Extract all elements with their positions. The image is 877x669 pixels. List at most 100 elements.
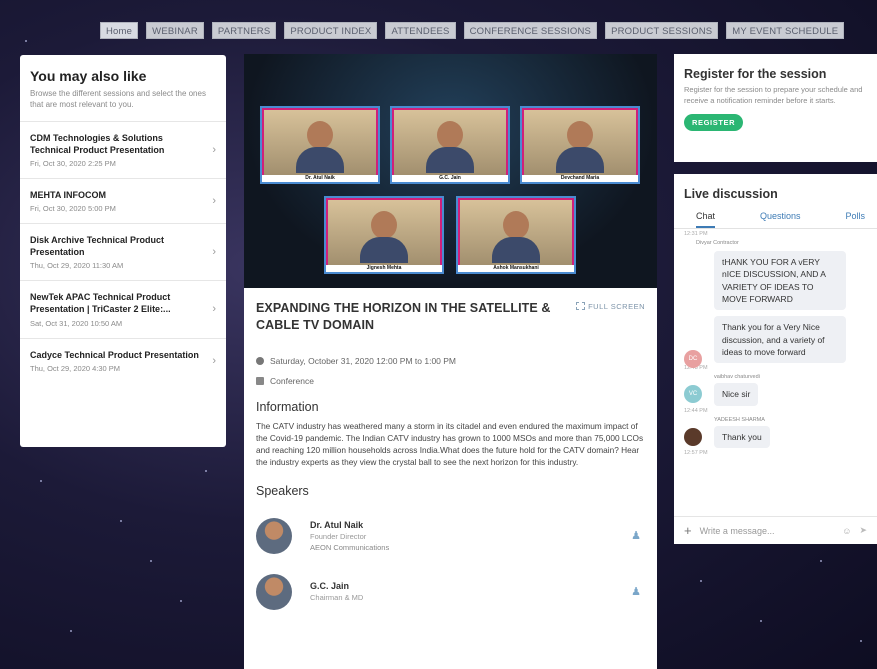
avatar xyxy=(256,573,292,610)
recommendation-title: NewTek APAC Technical Product Presentati… xyxy=(30,292,171,315)
participant-name: Jignesh Mehta xyxy=(326,265,442,272)
speaker-company: AEON Communications xyxy=(310,542,390,552)
chevron-right-icon: › xyxy=(212,194,216,207)
recommendation-title: Cadyce Technical Product Presentation xyxy=(30,349,199,360)
participant-silhouette xyxy=(296,121,344,176)
speaker-name: G.C. Jain xyxy=(310,581,350,592)
recommendations-desc: Browse the different sessions and select… xyxy=(30,89,206,109)
profile-icon[interactable]: ♟ xyxy=(631,585,641,598)
video-tile: Dr. Atul Naik xyxy=(260,106,380,184)
participant-name: Ashok Mansukhani xyxy=(458,265,574,272)
avatar: VC xyxy=(684,385,702,404)
recommendations-title: You may also like xyxy=(30,68,147,84)
session-title: EXPANDING THE HORIZON IN THE SATELLITE &… xyxy=(256,301,551,332)
live-discussion-panel: Live discussion Chat Questions Polls 12:… xyxy=(674,174,877,544)
session-type: Conference xyxy=(270,375,314,386)
speakers-heading: Speakers xyxy=(256,483,309,498)
message-bubble: tHANK YOU FOR A vERY nICE DISCUSSION, AN… xyxy=(714,251,846,311)
clock-icon xyxy=(256,356,264,365)
nav-conference-sessions[interactable]: CONFERENCE SESSIONS xyxy=(463,22,598,39)
recommendation-item[interactable]: Cadyce Technical Product Presentation Th… xyxy=(20,337,226,383)
video-tile: Ashok Mansukhani xyxy=(456,196,576,274)
nav-product-sessions[interactable]: PRODUCT SESSIONS xyxy=(605,22,719,39)
information-heading: Information xyxy=(256,399,319,414)
register-title: Register for the session xyxy=(684,67,827,81)
speaker-item[interactable]: G.C. Jain Chairman & MD ♟ xyxy=(244,564,657,620)
session-datetime: Saturday, October 31, 2020 12:00 PM to 1… xyxy=(270,355,457,366)
top-nav: Home WEBINAR PARTNERS PRODUCT INDEX ATTE… xyxy=(100,22,845,39)
fullscreen-label: FULL SCREEN xyxy=(588,302,645,311)
register-panel: Register for the session Register for th… xyxy=(674,54,877,162)
discussion-tabs: Chat Questions Polls xyxy=(674,207,877,229)
tab-questions[interactable]: Questions xyxy=(760,207,801,228)
participant-silhouette xyxy=(556,121,604,176)
video-tile: Jignesh Mehta xyxy=(324,196,444,274)
session-meta: Saturday, October 31, 2020 12:00 PM to 1… xyxy=(244,356,657,386)
calendar-icon xyxy=(256,376,264,385)
recommendation-date: Fri, Oct 30, 2020 5:00 PM xyxy=(30,204,116,214)
session-main: Dr. Atul Naik G.C. Jain Devchand Maria J… xyxy=(244,54,657,669)
plus-icon[interactable]: + xyxy=(684,523,692,538)
participant-silhouette xyxy=(426,121,474,176)
chat-message: 12:44 PM YADEESH SHARMA Thank you 12:57 … xyxy=(682,408,867,456)
recommendation-date: Fri, Oct 30, 2020 2:25 PM xyxy=(30,158,116,168)
nav-home[interactable]: Home xyxy=(100,22,139,39)
recommendation-date: Thu, Oct 29, 2020 4:30 PM xyxy=(30,363,121,373)
message-bubble: Thank you xyxy=(714,425,770,448)
send-icon[interactable]: ➤ xyxy=(859,525,867,536)
chat-message: 12:31 PM Divyar Contractor tHANK YOU FOR… xyxy=(682,231,867,311)
nav-my-event-schedule[interactable]: MY EVENT SCHEDULE xyxy=(726,22,845,39)
chat-messages[interactable]: 12:31 PM Divyar Contractor tHANK YOU FOR… xyxy=(674,229,877,495)
speaker-role: Chairman & MD xyxy=(310,593,364,603)
profile-icon[interactable]: ♟ xyxy=(631,529,641,542)
chevron-right-icon: › xyxy=(212,354,216,367)
participant-name: G.C. Jain xyxy=(392,175,508,182)
participant-name: Dr. Atul Naik xyxy=(262,175,378,182)
nav-attendees[interactable]: ATTENDEES xyxy=(385,22,456,39)
speaker-name: Dr. Atul Naik xyxy=(310,519,364,530)
emoji-icon[interactable]: ☺ xyxy=(842,526,851,536)
message-time: 12:57 PM xyxy=(684,449,708,456)
recommendation-date: Sat, Oct 31, 2020 10:50 AM xyxy=(30,318,123,328)
nav-partners[interactable]: PARTNERS xyxy=(211,22,277,39)
session-header: EXPANDING THE HORIZON IN THE SATELLITE &… xyxy=(244,288,657,334)
chat-message: 12:43 PM vaibhav chaturvedi VC Nice sir xyxy=(682,365,867,406)
register-button[interactable]: REGISTER xyxy=(684,114,744,131)
fullscreen-button[interactable]: FULL SCREEN xyxy=(576,302,645,334)
participant-silhouette xyxy=(360,211,408,266)
message-composer[interactable]: + Write a message... ☺ ➤ xyxy=(674,516,877,544)
recommendation-title: Disk Archive Technical Product Presentat… xyxy=(30,235,165,258)
register-desc: Register for the session to prepare your… xyxy=(684,85,863,105)
recommendation-item[interactable]: Disk Archive Technical Product Presentat… xyxy=(20,223,226,280)
recommendation-date: Thu, Oct 29, 2020 11:30 AM xyxy=(30,261,124,271)
message-input[interactable]: Write a message... xyxy=(700,526,775,536)
recommendation-item[interactable]: MEHTA INFOCOM Fri, Oct 30, 2020 5:00 PM … xyxy=(20,177,226,223)
speaker-role: Founder Director xyxy=(310,531,367,541)
participant-silhouette xyxy=(492,211,540,266)
information-text: The CATV industry has weathered many a s… xyxy=(256,420,644,467)
avatar xyxy=(684,427,702,446)
avatar xyxy=(256,517,292,554)
message-bubble: Nice sir xyxy=(714,383,759,406)
message-author: YADEESH SHARMA xyxy=(714,416,765,423)
recommendation-item[interactable]: CDM Technologies & Solutions Technical P… xyxy=(20,120,226,178)
message-bubble: Thank you for a Very Nice discussion, an… xyxy=(714,316,846,364)
recommendation-title: MEHTA INFOCOM xyxy=(30,189,106,200)
recommendation-item[interactable]: NewTek APAC Technical Product Presentati… xyxy=(20,280,226,337)
nav-product-index[interactable]: PRODUCT INDEX xyxy=(284,22,378,39)
live-title: Live discussion xyxy=(684,187,778,201)
chevron-right-icon: › xyxy=(212,246,216,259)
video-tile: Devchand Maria xyxy=(520,106,640,184)
recommendations-panel: You may also like Browse the different s… xyxy=(20,55,226,447)
nav-webinar[interactable]: WEBINAR xyxy=(146,22,204,39)
tab-chat[interactable]: Chat xyxy=(696,207,716,228)
message-time: 12:44 PM xyxy=(684,407,708,414)
message-author: vaibhav chaturvedi xyxy=(714,374,760,381)
message-author: Divyar Contractor xyxy=(696,240,739,246)
recommendation-title: CDM Technologies & Solutions Technical P… xyxy=(30,132,165,155)
tab-polls[interactable]: Polls xyxy=(845,207,865,228)
fullscreen-icon xyxy=(576,302,586,310)
video-player[interactable]: Dr. Atul Naik G.C. Jain Devchand Maria J… xyxy=(244,54,657,288)
chevron-right-icon: › xyxy=(212,143,216,156)
speaker-item[interactable]: Dr. Atul Naik Founder Director AEON Comm… xyxy=(244,508,657,564)
